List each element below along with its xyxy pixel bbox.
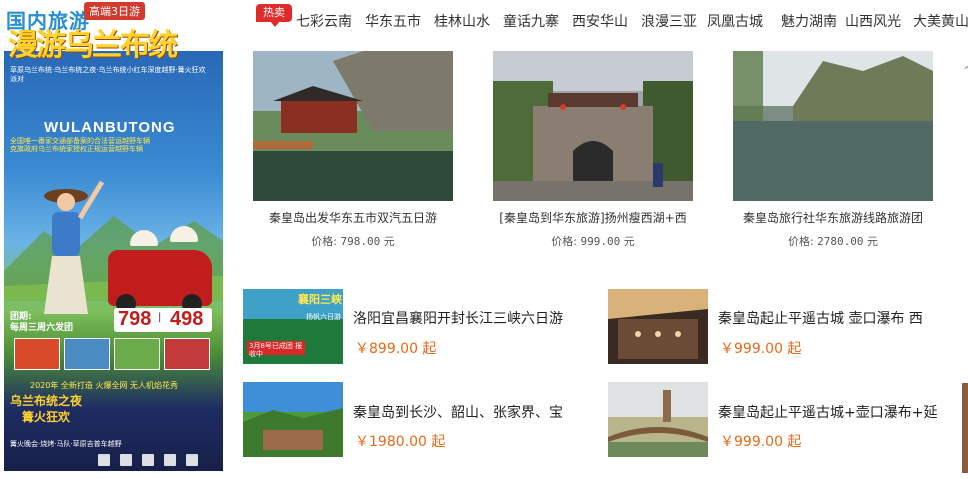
tab-shanxi[interactable]: 山西风光 — [845, 14, 901, 30]
carousel-dots — [98, 451, 208, 470]
price-label: 价格: — [311, 235, 337, 248]
tab-jiuzhai[interactable]: 童话九寨 — [503, 14, 559, 30]
list-item-image[interactable] — [243, 382, 343, 457]
tab-yunnan[interactable]: 七彩云南 — [296, 14, 352, 30]
next-item-peek — [962, 383, 968, 473]
list-image-caption: 扬帆六日游 — [306, 313, 341, 321]
thumbnail-image — [114, 338, 160, 370]
carousel-dot[interactable] — [120, 454, 132, 466]
thumbnail-image — [14, 338, 60, 370]
group-days: 每周三周六发团 — [10, 323, 74, 333]
card-price: 价格: 999.00 元 — [493, 233, 693, 249]
banner-price-b: 498 — [170, 308, 204, 330]
list-item-title[interactable]: 秦皇岛起止平遥古城+壶口瀑布+延 — [718, 402, 948, 422]
tourist-girl-graphic — [44, 180, 105, 314]
banner-night-subtitle: 篝火狂欢 — [22, 410, 71, 424]
banner-features: 草原乌兰布统·乌兰布统之夜·乌兰布统小红车深度越野·篝火狂欢派对 — [10, 66, 206, 83]
price-label: 价格: — [551, 235, 577, 248]
list-item-title[interactable]: 秦皇岛起止平遥古城 壶口瀑布 西 — [718, 308, 948, 328]
carousel-dot[interactable] — [98, 454, 110, 466]
destination-tabs: 七彩云南 华东五市 桂林山水 童话九寨 西安华山 浪漫三亚 凤凰古城 魅力湖南 山西风光 大美黄山 — [296, 11, 968, 31]
thumbnail-image — [64, 338, 110, 370]
price-unit: 元 — [383, 235, 395, 248]
price-label: 价格: — [787, 235, 814, 248]
hot-badge: 热卖 — [256, 4, 292, 27]
price-value: 999.00 — [580, 235, 621, 248]
card-title[interactable]: 秦皇岛旅行社华东旅游线路旅游团 — [728, 209, 938, 226]
banner-notice: 全国唯一番家交通部备案的合法营运越野车辆 克旗政府乌兰布统家授权正规运营越野车辆 — [10, 137, 210, 153]
card-title[interactable]: [秦皇岛到华东旅游]扬州瘦西湖+西 — [488, 209, 698, 226]
carousel-dot[interactable] — [186, 454, 198, 466]
card-price: 价格: 798.00 元 — [253, 233, 453, 249]
banner-english-title: WULANBUTONG — [44, 119, 176, 136]
banner-night-title: 乌兰布统之夜 — [10, 394, 83, 408]
list-item-image[interactable] — [608, 289, 708, 364]
tab-guilin[interactable]: 桂林山水 — [434, 14, 490, 30]
banner-notice-line: 全国唯一番家交通部备案的合法营运越野车辆 — [10, 137, 150, 145]
list-item-price: ￥1980.00 起 — [355, 434, 446, 450]
banner-gift: 2020年 全新打造 火爆全网 无人机焰花秀 — [30, 381, 178, 390]
list-item-price: ￥999.00 起 — [720, 341, 802, 357]
carousel-dot[interactable] — [164, 454, 176, 466]
banner-thumbnails — [14, 338, 210, 370]
price-value: 798.00 — [340, 235, 381, 248]
banner-footer-text: 篝火晚会·烧烤·马队·草原吉普车越野 — [10, 440, 122, 448]
banner-price-a: 798 — [118, 308, 152, 330]
tab-hunan[interactable]: 魅力湖南 — [781, 14, 837, 30]
card-image[interactable] — [253, 51, 453, 201]
group-label: 团期: — [10, 312, 32, 322]
tab-fenghuang[interactable]: 凤凰古城 — [707, 14, 763, 30]
carousel-dot[interactable] — [142, 454, 154, 466]
tab-huadong[interactable]: 华东五市 — [365, 14, 421, 30]
scroll-up-icon[interactable] — [962, 60, 968, 74]
banner-notice-line: 克旗政府乌兰布统家授权正规运营越野车辆 — [10, 145, 143, 153]
list-item-image[interactable] — [608, 382, 708, 457]
thumbnail-image — [164, 338, 210, 370]
card-title[interactable]: 秦皇岛出发华东五市双汽五日游 — [248, 209, 458, 226]
card-image[interactable] — [493, 51, 693, 201]
list-image-caption: 3月8号已成团 报收中 — [249, 342, 303, 358]
price-unit: 元 — [623, 235, 635, 248]
price-unit: 元 — [867, 235, 879, 248]
card-image[interactable] — [733, 51, 933, 201]
price-separator: | — [158, 312, 162, 323]
list-item-title[interactable]: 洛阳宜昌襄阳开封长江三峡六日游 — [353, 308, 583, 328]
price-value: 2780.00 — [817, 235, 864, 248]
banner-title: 漫游乌兰布统 — [8, 28, 178, 63]
group-schedule: 团期: 每周三周六发团 — [10, 312, 73, 334]
list-item-title[interactable]: 秦皇岛到长沙、韶山、张家界、宝 — [353, 402, 583, 422]
list-item-price: ￥899.00 起 — [355, 341, 437, 357]
list-item-price: ￥999.00 起 — [720, 434, 802, 450]
list-image-caption: 襄阳三峡 — [298, 293, 342, 306]
card-price: 价格: 2780.00 元 — [733, 233, 933, 249]
banner-tag: 高端3日游 — [84, 2, 145, 20]
tab-sanya[interactable]: 浪漫三亚 — [641, 14, 697, 30]
tab-xian[interactable]: 西安华山 — [572, 14, 628, 30]
tab-huangshan[interactable]: 大美黄山 — [913, 14, 968, 30]
